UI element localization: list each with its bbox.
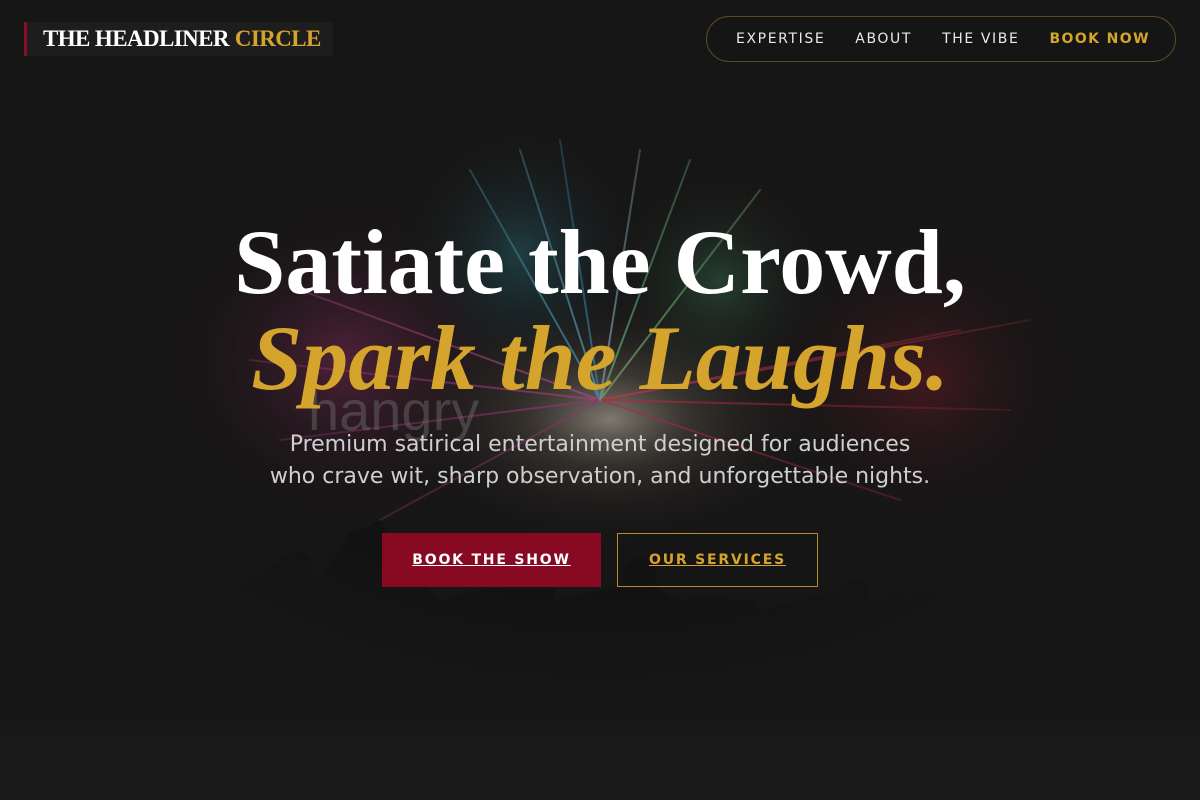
hero-headline-line1: Satiate the Crowd, bbox=[234, 211, 966, 313]
hero-subtitle-line1: Premium satirical entertainment designed… bbox=[289, 432, 911, 457]
nav-book-now-link[interactable]: BOOK NOW bbox=[1049, 31, 1149, 47]
hero-subtitle-line2: who crave wit, sharp observation, and un… bbox=[269, 464, 931, 489]
our-services-button[interactable]: OUR SERVICES bbox=[617, 533, 818, 587]
book-the-show-button[interactable]: BOOK THE SHOW bbox=[382, 533, 601, 587]
brand-logo[interactable]: THE HEADLINER CIRCLE bbox=[24, 22, 333, 56]
nav-link-the-vibe[interactable]: THE VIBE bbox=[942, 31, 1019, 47]
nav-link-expertise[interactable]: EXPERTISE bbox=[736, 31, 825, 47]
nav-link-about[interactable]: ABOUT bbox=[855, 31, 912, 47]
hero-bottom-fade bbox=[0, 700, 1200, 800]
brand-name-accent: CIRCLE bbox=[234, 26, 321, 51]
brand-name-primary: THE HEADLINER bbox=[43, 26, 229, 51]
hero-headline-line2: Spark the Laughs. bbox=[251, 307, 949, 409]
main-navigation: EXPERTISE ABOUT THE VIBE BOOK NOW bbox=[706, 16, 1176, 62]
